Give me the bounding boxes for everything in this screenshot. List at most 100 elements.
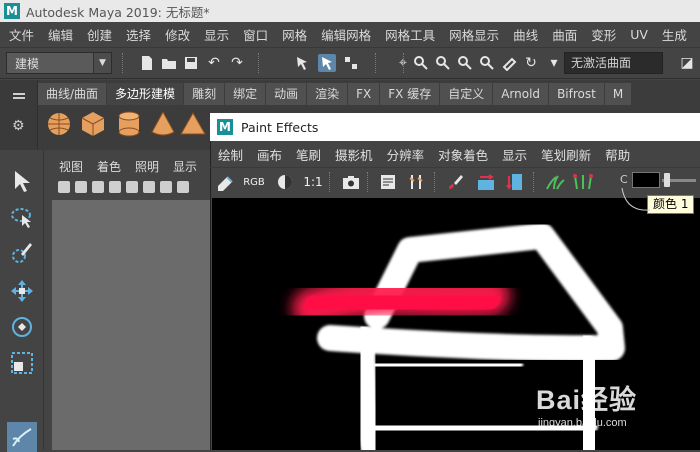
menu-surfaces[interactable]: 曲面 xyxy=(552,25,577,44)
shelf-tab-fx[interactable]: FX xyxy=(348,83,380,105)
undo-icon[interactable]: ↶ xyxy=(205,54,223,72)
sphere-icon[interactable] xyxy=(46,110,72,138)
eraser-icon[interactable] xyxy=(214,171,236,193)
shelf-tabs: 曲线/曲面 多边形建模 雕刻 绑定 动画 渲染 FX FX 缓存 自定义 Arn… xyxy=(38,83,632,105)
wrap-vertical-icon[interactable] xyxy=(503,171,525,193)
settings-toggle-icon[interactable]: ◪ xyxy=(678,54,696,72)
new-scene-icon[interactable] xyxy=(138,54,156,72)
save-snapshot-icon[interactable] xyxy=(377,171,399,193)
viewport-canvas[interactable] xyxy=(52,200,210,450)
paintbrush-icon[interactable] xyxy=(445,171,467,193)
cube-icon[interactable] xyxy=(80,110,106,138)
select-hierarchy-icon[interactable] xyxy=(294,54,312,72)
live-object-field[interactable]: 无激活曲面 xyxy=(564,52,663,74)
divider xyxy=(375,53,377,73)
grease-pencil-icon[interactable] xyxy=(126,181,138,193)
pe-menu-canvas[interactable]: 画布 xyxy=(257,145,282,164)
pe-menu-object-shading[interactable]: 对象着色 xyxy=(438,145,488,164)
save-scene-icon[interactable] xyxy=(182,54,200,72)
shelf-tab-fx-caching[interactable]: FX 缓存 xyxy=(380,83,440,105)
shelf-menu-icon[interactable] xyxy=(13,93,25,95)
grass-brush-icon[interactable] xyxy=(544,171,566,193)
scale-tool-icon[interactable] xyxy=(7,348,37,378)
rotate-tool-icon[interactable] xyxy=(7,312,37,342)
chevron-down-icon: ▼ xyxy=(93,53,111,73)
shelf-tab-poly-modeling[interactable]: 多边形建模 xyxy=(107,83,184,105)
pe-menu-paint[interactable]: 绘制 xyxy=(218,145,243,164)
pe-menu-resolution[interactable]: 分辨率 xyxy=(387,145,425,164)
alpha-channel-icon[interactable] xyxy=(274,171,296,193)
cone-icon[interactable] xyxy=(150,110,176,138)
paint-select-tool-icon[interactable] xyxy=(7,238,37,268)
zoom-1to1-button[interactable]: 1:1 xyxy=(302,171,324,193)
menu-generate[interactable]: 生成 xyxy=(662,25,687,44)
menu-display[interactable]: 显示 xyxy=(204,25,229,44)
pe-menu-brush[interactable]: 笔刷 xyxy=(296,145,321,164)
viewport-menu-lighting[interactable]: 照明 xyxy=(135,158,159,175)
grid-icon[interactable] xyxy=(143,181,155,193)
redo-icon[interactable]: ↷ xyxy=(228,54,246,72)
viewport-menu-view[interactable]: 视图 xyxy=(59,158,83,175)
film-gate-icon[interactable] xyxy=(160,181,172,193)
cylinder-icon[interactable] xyxy=(116,110,142,138)
viewport-menu-shading[interactable]: 着色 xyxy=(97,158,121,175)
snap-together-icon[interactable]: ↻ xyxy=(522,54,540,72)
resolution-gate-icon[interactable] xyxy=(177,181,189,193)
rgb-channel-button[interactable]: RGB xyxy=(243,171,265,193)
snap-point-icon[interactable] xyxy=(434,54,452,72)
shelf-gear-icon[interactable]: ⚙ xyxy=(12,118,25,134)
flower-brush-icon[interactable] xyxy=(572,171,594,193)
menu-set-dropdown[interactable]: 建模 ▼ xyxy=(6,52,112,74)
menu-modify[interactable]: 修改 xyxy=(165,25,190,44)
shelf-tab-sculpting[interactable]: 雕刻 xyxy=(184,83,225,105)
slider-handle[interactable] xyxy=(664,173,670,187)
menu-windows[interactable]: 窗口 xyxy=(243,25,268,44)
shelf-tab-more[interactable]: M xyxy=(604,83,632,105)
chevron-down-icon[interactable]: ▾ xyxy=(545,54,563,72)
stroke-brushes-icon[interactable] xyxy=(405,171,427,193)
image-plane-icon[interactable] xyxy=(109,181,121,193)
menu-deform[interactable]: 变形 xyxy=(591,25,616,44)
shelf-tab-rendering[interactable]: 渲染 xyxy=(307,83,348,105)
menu-mesh[interactable]: 网格 xyxy=(282,25,307,44)
menu-edit[interactable]: 编辑 xyxy=(48,25,73,44)
wrap-horizontal-icon[interactable] xyxy=(475,171,497,193)
snapshot-camera-icon[interactable] xyxy=(340,171,362,193)
select-tool-icon[interactable] xyxy=(7,166,37,196)
menu-curves[interactable]: 曲线 xyxy=(513,25,538,44)
shelf-tab-custom[interactable]: 自定义 xyxy=(440,83,493,105)
shelf-tab-bifrost[interactable]: Bifrost xyxy=(549,83,604,105)
shelf-tab-curves[interactable]: 曲线/曲面 xyxy=(38,83,107,105)
open-scene-icon[interactable] xyxy=(160,54,178,72)
move-tool-icon[interactable] xyxy=(7,276,37,306)
menu-mesh-display[interactable]: 网格显示 xyxy=(449,25,499,44)
camera-icon[interactable] xyxy=(58,181,70,193)
paint-effects-tool-icon[interactable] xyxy=(7,422,37,452)
pe-menu-stroke-refresh[interactable]: 笔划刷新 xyxy=(541,145,591,164)
lasso-tool-icon[interactable] xyxy=(7,202,37,232)
pe-menu-camera[interactable]: 摄影机 xyxy=(335,145,373,164)
torus-icon[interactable] xyxy=(180,110,206,138)
pe-menu-help[interactable]: 帮助 xyxy=(605,145,630,164)
snap-live-icon[interactable] xyxy=(478,54,496,72)
menu-create[interactable]: 创建 xyxy=(87,25,112,44)
menu-select[interactable]: 选择 xyxy=(126,25,151,44)
bookmark-icon[interactable] xyxy=(92,181,104,193)
paint-effects-title-bar[interactable]: M Paint Effects xyxy=(210,113,700,141)
snap-magnet-icon[interactable] xyxy=(500,54,518,72)
camera-attributes-icon[interactable] xyxy=(75,181,87,193)
snap-view-plane-icon[interactable] xyxy=(456,54,474,72)
select-objects-icon[interactable] xyxy=(318,54,336,72)
pe-menu-display[interactable]: 显示 xyxy=(502,145,527,164)
viewport-menu-show[interactable]: 显示 xyxy=(173,158,197,175)
menu-uv[interactable]: UV xyxy=(630,27,648,42)
menu-mesh-tools[interactable]: 网格工具 xyxy=(385,25,435,44)
shelf-tab-arnold[interactable]: Arnold xyxy=(493,83,549,105)
shelf-tab-rigging[interactable]: 绑定 xyxy=(225,83,266,105)
snap-curve-icon[interactable] xyxy=(412,54,430,72)
select-components-icon[interactable] xyxy=(342,54,360,72)
shelf-tab-animation[interactable]: 动画 xyxy=(266,83,307,105)
menu-file[interactable]: 文件 xyxy=(9,25,34,44)
viewport-menubar: 视图 着色 照明 显示 xyxy=(52,156,210,176)
menu-edit-mesh[interactable]: 编辑网格 xyxy=(321,25,371,44)
